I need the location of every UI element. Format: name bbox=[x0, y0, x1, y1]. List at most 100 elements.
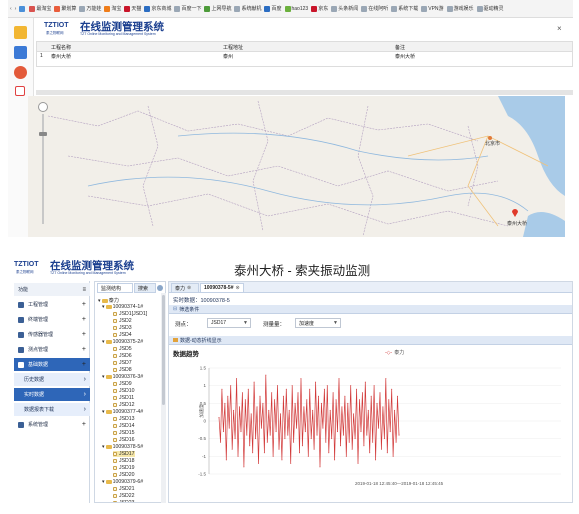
tree-leaf[interactable]: JSD7 bbox=[113, 360, 132, 366]
weibo-icon[interactable] bbox=[14, 66, 27, 79]
tree-folder[interactable]: ▾ 10090378-5# bbox=[102, 444, 143, 450]
bookmark-item[interactable]: 淘宝 bbox=[104, 5, 121, 12]
tree-leaf[interactable]: JSD5 bbox=[113, 346, 132, 352]
close-icon[interactable]: ⊗ bbox=[235, 285, 239, 291]
tree-leaf[interactable]: JSD12 bbox=[113, 402, 135, 408]
point-select[interactable]: JSD17 ▼ bbox=[207, 318, 251, 328]
tree-leaf[interactable]: JSD20 bbox=[113, 472, 135, 478]
bookmark-item[interactable]: 系统下载 bbox=[391, 5, 418, 12]
record-icon[interactable] bbox=[15, 86, 25, 96]
tree-leaf[interactable]: JSD14 bbox=[113, 423, 135, 429]
tab-root[interactable]: 泰力 ⊗ bbox=[171, 283, 199, 293]
data-point bbox=[337, 431, 339, 433]
scrollbar-thumb[interactable] bbox=[162, 295, 165, 405]
tree-leaf[interactable]: JSD17 bbox=[113, 451, 135, 457]
menu-item[interactable]: 数据报表下载 › bbox=[14, 403, 90, 416]
map-view[interactable]: 北京市 泰州大桥 bbox=[28, 96, 565, 237]
tree-leaf[interactable]: JSD8 bbox=[113, 367, 132, 373]
tree-leaf[interactable]: JSD15 bbox=[113, 430, 135, 436]
tree-root[interactable]: ▾ 泰力 bbox=[98, 297, 119, 305]
tree-leaf[interactable]: JSD2 bbox=[113, 318, 132, 324]
tree-leaf[interactable]: JSD18 bbox=[113, 458, 135, 464]
tree-leaf[interactable]: JSD13 bbox=[113, 416, 135, 422]
bookmark-item[interactable]: 驱动精灵 bbox=[476, 5, 504, 12]
menu-item[interactable]: 实时数据 › bbox=[14, 388, 90, 401]
bookmark-item[interactable]: 头条新闻 bbox=[331, 5, 358, 12]
tree-folder[interactable]: ▾ 10090377-4# bbox=[102, 409, 143, 415]
collapse-icon[interactable]: ▾ bbox=[102, 339, 105, 345]
table-row[interactable]: 1 泰州大桥 泰州 泰州大桥 bbox=[37, 52, 572, 60]
bookmark-item[interactable]: 百度 bbox=[264, 5, 282, 12]
tree-leaf[interactable]: JSD11 bbox=[113, 395, 134, 401]
bookmark-item[interactable]: 百度一下 bbox=[174, 5, 201, 12]
bookmark-item[interactable]: 游戏娱乐 bbox=[446, 5, 474, 12]
tree-leaf[interactable]: JSD3 bbox=[113, 325, 132, 331]
menu-item[interactable]: 工程管理 + bbox=[14, 298, 90, 311]
menu-item[interactable]: 系统管理 + bbox=[14, 418, 90, 431]
data-point bbox=[394, 409, 396, 411]
close-icon[interactable]: ⊗ bbox=[187, 285, 191, 291]
collapse-icon[interactable]: ▾ bbox=[102, 444, 105, 450]
menu-item[interactable]: 终端管理 + bbox=[14, 313, 90, 326]
bookmark-item[interactable]: 聚划算 bbox=[54, 5, 76, 12]
tree-leaf[interactable]: JSD4 bbox=[113, 332, 132, 338]
menu-item[interactable]: 传感器管理 + bbox=[14, 328, 90, 341]
collapse-icon[interactable]: ⊟ bbox=[173, 306, 177, 312]
tab-structure[interactable]: 监测结构 bbox=[97, 283, 133, 293]
tree-folder[interactable]: ▾ 10090376-3# bbox=[102, 374, 143, 380]
tab-search[interactable]: 搜索 bbox=[134, 283, 156, 293]
tree-leaf[interactable]: JSD10 bbox=[113, 388, 135, 394]
menu-toggle-icon[interactable]: ≡ bbox=[82, 287, 86, 293]
bookmark-item[interactable]: 天猫 bbox=[124, 5, 141, 12]
bookmark-item[interactable]: 京东商城 bbox=[144, 5, 171, 12]
bookmark-item[interactable] bbox=[19, 5, 26, 12]
tree-leaf[interactable]: JSD16 bbox=[113, 437, 135, 443]
collapse-icon[interactable]: ▾ bbox=[102, 409, 105, 415]
tree-node-label: JSD10 bbox=[119, 388, 135, 394]
zoom-slider-thumb[interactable] bbox=[39, 132, 47, 136]
location-pin-icon[interactable] bbox=[512, 209, 518, 217]
menu-item[interactable]: 测点管理 + bbox=[14, 343, 90, 356]
collapse-icon[interactable]: ▾ bbox=[102, 304, 105, 310]
tree-leaf[interactable]: JSD22 bbox=[113, 493, 135, 499]
tree-leaf[interactable]: JSD19 bbox=[113, 465, 135, 471]
collapse-icon[interactable]: ▾ bbox=[102, 479, 105, 485]
star-icon[interactable] bbox=[14, 26, 27, 39]
expand-icon: + bbox=[81, 331, 86, 338]
close-icon[interactable]: × bbox=[557, 24, 562, 33]
forward-icon[interactable]: › bbox=[15, 6, 17, 12]
collapse-icon[interactable]: ▾ bbox=[102, 374, 105, 380]
menu-item[interactable]: 历史数据 › bbox=[14, 373, 90, 386]
tree-node-label: JSD19 bbox=[119, 465, 135, 471]
tree-scrollbar[interactable] bbox=[161, 293, 166, 503]
chart-legend[interactable]: -◇- 泰力 bbox=[385, 349, 404, 357]
back-icon[interactable]: ‹ bbox=[10, 6, 12, 12]
menu-item[interactable]: 基础数据 + bbox=[14, 358, 90, 371]
tree-leaf[interactable]: JSD6 bbox=[113, 353, 132, 359]
bookmark-item[interactable]: 在线阿听 bbox=[361, 5, 388, 12]
tree-leaf[interactable]: JSD23 bbox=[113, 500, 135, 502]
bookmark-item[interactable]: 上网导航 bbox=[204, 5, 231, 12]
apps-icon[interactable] bbox=[14, 46, 27, 59]
amount-select[interactable]: 加速度 ▼ bbox=[295, 318, 341, 328]
bookmark-item[interactable]: 最淘宝 bbox=[29, 5, 51, 12]
bookmark-item[interactable]: 京东 bbox=[311, 5, 328, 12]
tree-folder[interactable]: ▾ 10090374-1# bbox=[102, 304, 143, 310]
zoom-slider-track[interactable] bbox=[42, 114, 44, 224]
filter-bar[interactable]: ⊟ 筛选条件 bbox=[169, 305, 572, 314]
collapse-icon[interactable]: ▾ bbox=[98, 298, 101, 304]
tree-leaf[interactable]: JSD1[JSD1] bbox=[113, 311, 147, 317]
tree-leaf[interactable]: JSD21 bbox=[113, 486, 135, 492]
bookmark-item[interactable]: hao123 bbox=[284, 5, 308, 12]
bookmark-item[interactable]: VPN游 bbox=[421, 5, 444, 12]
map-zoom-control[interactable] bbox=[38, 102, 48, 232]
tree-folder[interactable]: ▾ 10090375-2# bbox=[102, 339, 143, 345]
horizontal-scrollbar[interactable] bbox=[36, 90, 573, 95]
pan-control[interactable] bbox=[38, 102, 48, 112]
tab-device[interactable]: 10090378-5# ⊗ bbox=[200, 283, 244, 293]
tree-leaf[interactable]: JSD9 bbox=[113, 381, 132, 387]
refresh-icon[interactable] bbox=[157, 285, 163, 291]
bookmark-item[interactable]: 系统献机 bbox=[234, 5, 261, 12]
bookmark-item[interactable]: 万能娃 bbox=[79, 5, 101, 12]
tree-folder[interactable]: ▾ 10090379-6# bbox=[102, 479, 143, 485]
